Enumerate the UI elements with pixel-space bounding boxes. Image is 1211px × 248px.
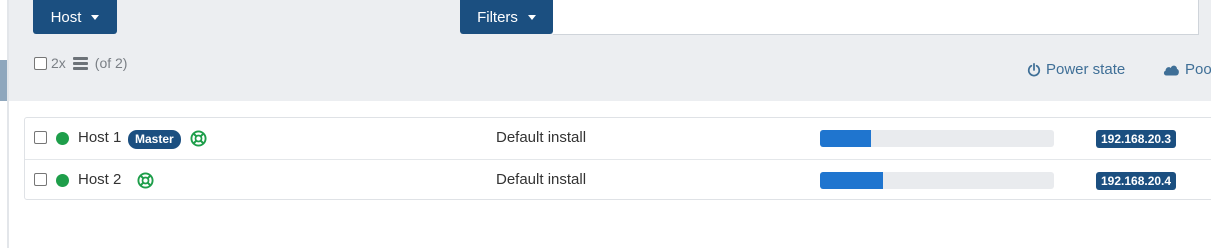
host-dropdown-button[interactable]: Host (33, 0, 117, 34)
sort-power-state[interactable]: Power state (1027, 61, 1125, 78)
host-name[interactable]: Host 1 (78, 129, 121, 146)
lifebuoy-icon[interactable] (137, 172, 154, 189)
host-description[interactable]: Default install (496, 171, 586, 188)
ip-badge: 192.168.20.4 (1096, 172, 1177, 190)
host-dropdown-label: Host (50, 8, 82, 26)
sort-pool[interactable]: Pool (1162, 61, 1211, 78)
caret-down-icon (91, 15, 100, 20)
left-sidebar-edge (0, 0, 9, 248)
sort-pool-label: Pool (1185, 61, 1211, 78)
host-row[interactable]: Host 1 Master Default install 192.168.20… (25, 118, 1211, 159)
running-status-icon (56, 174, 69, 187)
host-list: Host 1 Master Default install 192.168.20… (24, 117, 1211, 200)
toolbar: Host Filters 2x (of 2) Power state Pool (9, 0, 1211, 101)
host-description[interactable]: Default install (496, 129, 586, 146)
filters-dropdown-button[interactable]: Filters (460, 0, 553, 34)
memory-usage-fill (820, 172, 884, 189)
servers-icon (72, 56, 88, 70)
lifebuoy-icon[interactable] (190, 130, 207, 147)
selected-count: 2x (51, 55, 66, 71)
cloud-icon (1163, 65, 1179, 76)
filter-input[interactable] (553, 0, 1199, 35)
row-checkbox[interactable] (34, 131, 47, 144)
select-all-checkbox[interactable] (34, 56, 47, 70)
running-status-icon (56, 132, 69, 145)
ip-badge: 192.168.20.3 (1096, 130, 1177, 148)
host-row[interactable]: Host 2 Default install 192.168.20.4 (25, 159, 1211, 200)
select-all: 2x (of 2) (34, 55, 127, 71)
host-name[interactable]: Host 2 (78, 171, 121, 188)
filters-dropdown-label: Filters (477, 8, 518, 26)
memory-usage-bar (820, 130, 1054, 147)
master-badge: Master (128, 130, 181, 149)
memory-usage-bar (820, 172, 1054, 189)
memory-usage-fill (820, 130, 872, 147)
row-checkbox[interactable] (34, 173, 47, 186)
power-icon (1027, 62, 1041, 76)
total-count: (of 2) (94, 55, 128, 71)
sort-power-label: Power state (1046, 61, 1126, 78)
caret-down-icon (527, 15, 536, 20)
